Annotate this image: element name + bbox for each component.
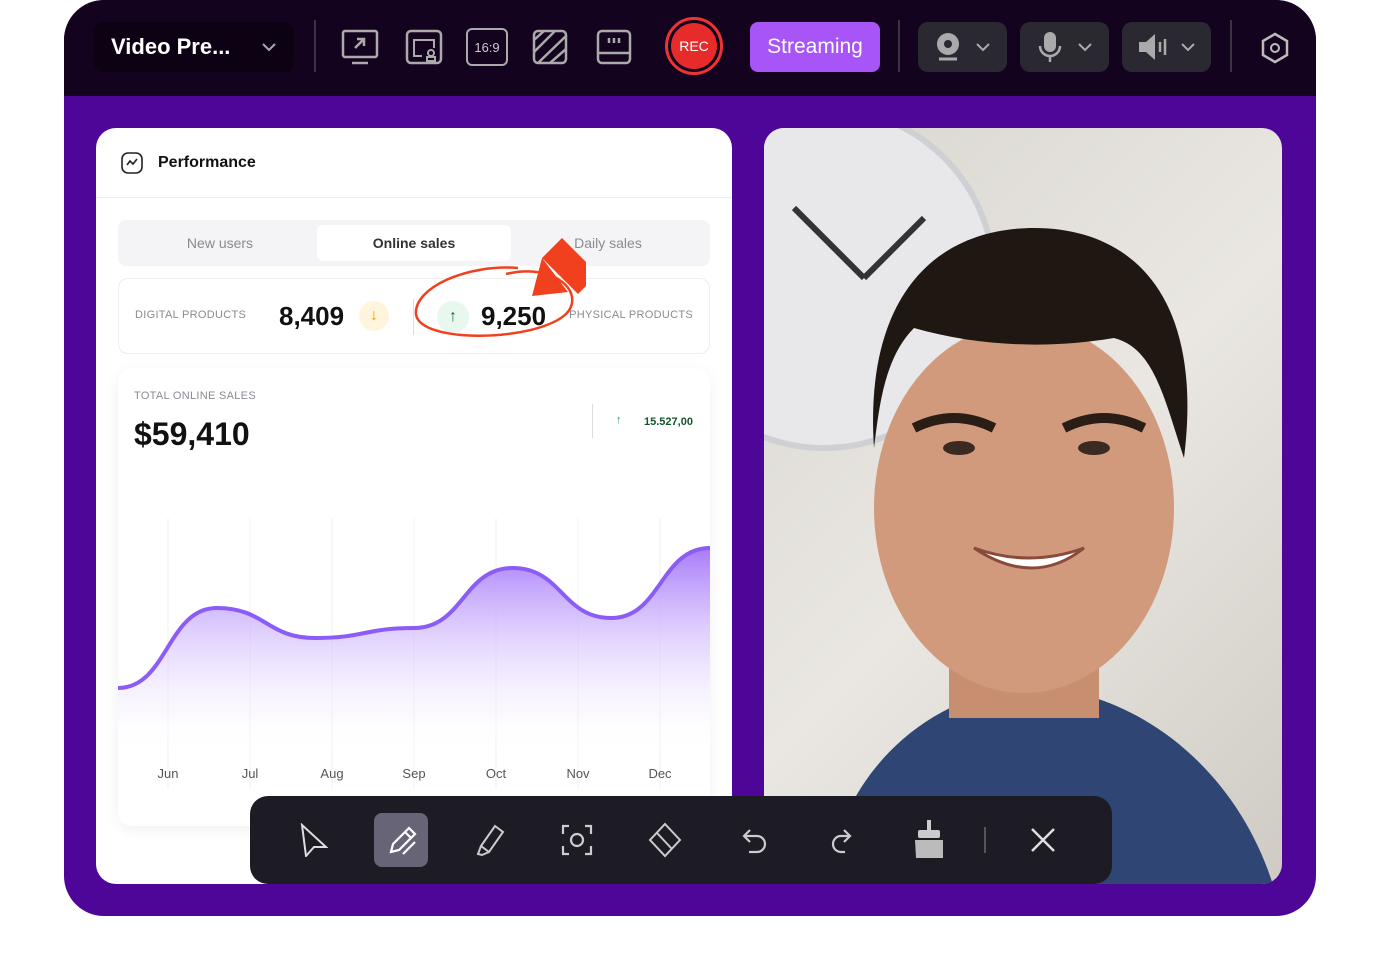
- eraser-icon: [648, 822, 682, 858]
- microphone-select[interactable]: [1020, 22, 1109, 72]
- close-button[interactable]: [1016, 813, 1070, 867]
- arrow-down-icon: ↓: [359, 301, 389, 331]
- divider: [898, 20, 900, 72]
- speaker-select[interactable]: [1122, 22, 1211, 72]
- webcam-select[interactable]: [918, 22, 1007, 72]
- total-sales-label: TOTAL ONLINE SALES: [134, 390, 256, 402]
- app-window: Video Pre... 16:9 REC Streaming Performa…: [64, 0, 1316, 916]
- pencil-tool[interactable]: [374, 813, 428, 867]
- x-tick-label: Nov: [566, 766, 590, 781]
- pointer-tool[interactable]: [286, 813, 340, 867]
- close-icon: [1031, 828, 1055, 852]
- total-sales-panel: TOTAL ONLINE SALES $59,410 ↑ 15.527,00 J…: [118, 368, 710, 826]
- pointer-icon: [300, 823, 328, 857]
- total-sales-value: $59,410: [134, 416, 250, 452]
- x-tick-label: Sep: [402, 766, 425, 781]
- undo-button[interactable]: [726, 813, 780, 867]
- card-title: Performance: [158, 153, 256, 171]
- streaming-button[interactable]: Streaming: [750, 22, 880, 72]
- x-tick-label: Aug: [320, 766, 343, 781]
- x-tick-label: Dec: [648, 766, 672, 781]
- sales-change: 15.527,00: [644, 416, 693, 428]
- sales-area-chart: Jun Jul Aug Sep Oct Nov Dec: [118, 518, 710, 788]
- annotation-drawing: [414, 238, 586, 337]
- source-select-label: Video Pre...: [111, 34, 231, 59]
- webcam-video: [764, 128, 1282, 884]
- screenshot-icon: [561, 824, 593, 856]
- highlighter-tool[interactable]: [462, 813, 516, 867]
- share-screen-icon[interactable]: [340, 28, 380, 66]
- undo-icon: [742, 829, 767, 854]
- eraser-tool[interactable]: [638, 813, 692, 867]
- chevron-down-icon: [1078, 43, 1092, 52]
- digital-products-value: 8,409: [279, 301, 345, 331]
- pencil-icon: [389, 826, 417, 855]
- arrow-up-icon: ↑: [616, 414, 622, 426]
- x-tick-label: Oct: [486, 766, 507, 781]
- x-tick-label: Jul: [242, 766, 259, 781]
- screenshot-tool[interactable]: [550, 813, 604, 867]
- highlighter-icon: [476, 824, 505, 857]
- chart-icon: [121, 151, 143, 174]
- chevron-down-icon: [262, 43, 276, 52]
- clear-brush-icon: [915, 820, 943, 858]
- rec-label: REC: [671, 23, 717, 69]
- redo-icon: [831, 829, 852, 854]
- divider: [314, 20, 316, 72]
- background-pattern-icon[interactable]: [530, 28, 570, 66]
- person-photo: [764, 128, 1273, 884]
- aspect-ratio-button[interactable]: 16:9: [466, 28, 508, 66]
- clear-button[interactable]: [902, 813, 956, 867]
- layout-icon[interactable]: [594, 28, 634, 66]
- marker-icon: [532, 238, 586, 296]
- record-button[interactable]: REC: [665, 17, 723, 75]
- chevron-down-icon: [1181, 43, 1195, 52]
- settings-icon[interactable]: [1260, 32, 1290, 64]
- aspect-ratio-label: 16:9: [474, 39, 500, 55]
- microphone-icon: [1039, 32, 1062, 62]
- speaker-icon: [1138, 34, 1166, 60]
- top-toolbar: Video Pre... 16:9 REC Streaming: [64, 0, 1316, 96]
- tab-new-users[interactable]: New users: [123, 225, 317, 261]
- picture-in-picture-icon[interactable]: [404, 28, 444, 66]
- divider: [984, 827, 986, 853]
- redo-button[interactable]: [814, 813, 868, 867]
- chevron-down-icon: [976, 43, 990, 52]
- divider: [1230, 20, 1232, 72]
- performance-card: Performance New users Online sales Daily…: [96, 128, 732, 884]
- webcam-icon: [937, 33, 960, 61]
- digital-products-label: DIGITAL PRODUCTS: [135, 309, 247, 321]
- source-select[interactable]: Video Pre...: [94, 22, 294, 72]
- x-tick-label: Jun: [158, 766, 179, 781]
- divider: [592, 404, 593, 438]
- drawing-toolbar: [250, 796, 1112, 884]
- physical-products-label: PHYSICAL PRODUCTS: [569, 309, 693, 321]
